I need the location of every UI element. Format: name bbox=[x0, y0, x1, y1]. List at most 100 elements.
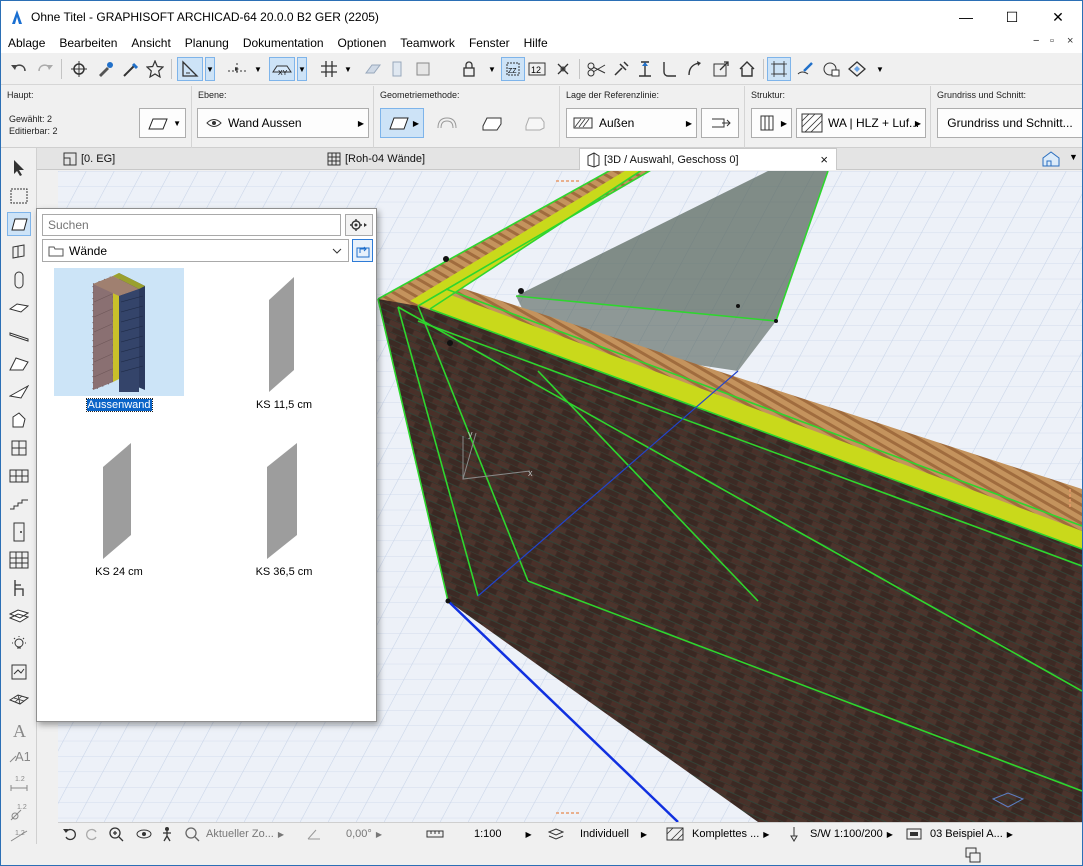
gravity-icon[interactable]: XY bbox=[269, 57, 295, 81]
snap-guides-dropdown[interactable]: ▼ bbox=[253, 57, 263, 81]
favorite-item-ks-11-5[interactable]: KS 11,5 cm bbox=[219, 268, 349, 418]
minimize-button[interactable]: — bbox=[943, 1, 989, 33]
geometry-straight-button[interactable]: ▶ bbox=[380, 108, 424, 138]
grid-tool-icon[interactable] bbox=[7, 548, 31, 572]
trace-reference-icon[interactable] bbox=[385, 57, 409, 81]
eyedropper-icon[interactable] bbox=[93, 57, 117, 81]
radial-dimension-tool-icon[interactable]: 1.2 bbox=[7, 800, 31, 824]
door-tool-icon[interactable] bbox=[7, 520, 31, 544]
elevate-icon[interactable] bbox=[633, 57, 657, 81]
rotation-angle-field[interactable]: 0,00° ▶ bbox=[306, 823, 382, 845]
menu-planung[interactable]: Planung bbox=[178, 36, 236, 50]
marquee-tool-icon[interactable] bbox=[7, 184, 31, 208]
menu-ansicht[interactable]: Ansicht bbox=[124, 36, 177, 50]
menu-dokumentation[interactable]: Dokumentation bbox=[236, 36, 331, 50]
lock-dropdown[interactable]: ▼ bbox=[487, 57, 497, 81]
adjust-icon[interactable] bbox=[609, 57, 633, 81]
pen-set-selector[interactable]: S/W 1:100/200 ▶ bbox=[788, 823, 893, 845]
redo-zoom-icon[interactable] bbox=[84, 823, 100, 845]
favorite-item-ks-36-5[interactable]: KS 36,5 cm bbox=[219, 435, 349, 585]
favorites-settings-button[interactable] bbox=[345, 214, 373, 236]
window-tool-icon[interactable] bbox=[7, 436, 31, 460]
navigator-house-icon[interactable] bbox=[1037, 150, 1065, 168]
mdi-restore-button[interactable]: ▫ bbox=[1050, 35, 1054, 47]
maximize-button[interactable]: ☐ bbox=[989, 1, 1035, 33]
gravity-dropdown[interactable]: ▼ bbox=[297, 57, 307, 81]
folder-up-button[interactable] bbox=[352, 239, 373, 262]
layer-icon[interactable] bbox=[411, 57, 435, 81]
favorite-settings-button[interactable]: ▼ bbox=[139, 108, 186, 138]
worksheet-tool-icon[interactable] bbox=[7, 660, 31, 684]
dimension-icon[interactable]: 12 bbox=[525, 57, 549, 81]
teamwork-icon[interactable] bbox=[819, 57, 843, 81]
curtain-wall-tool-icon[interactable] bbox=[7, 240, 31, 264]
cross-icon[interactable] bbox=[551, 57, 575, 81]
favorites-folder-select[interactable]: Wände bbox=[42, 239, 349, 262]
roof-tool-icon[interactable] bbox=[7, 352, 31, 376]
dimension-tool-icon[interactable]: 1.2 bbox=[7, 772, 31, 796]
favorites-search-input[interactable] bbox=[42, 214, 341, 236]
offset-icon[interactable] bbox=[683, 57, 707, 81]
scale-selector[interactable]: 1:100 ▶ bbox=[426, 823, 532, 845]
morph-tool-icon[interactable] bbox=[7, 408, 31, 432]
menu-fenster[interactable]: Fenster bbox=[462, 36, 517, 50]
menu-bearbeiten[interactable]: Bearbeiten bbox=[52, 36, 124, 50]
slab-tool-icon[interactable] bbox=[7, 296, 31, 320]
menu-teamwork[interactable]: Teamwork bbox=[393, 36, 462, 50]
favorites-star-icon[interactable] bbox=[143, 57, 167, 81]
shell-tool-icon[interactable] bbox=[7, 380, 31, 404]
cursor-snap-icon[interactable] bbox=[767, 57, 791, 81]
close-tab-icon[interactable]: × bbox=[820, 152, 828, 167]
wall-tool-icon[interactable] bbox=[7, 212, 31, 236]
close-button[interactable]: ✕ bbox=[1035, 1, 1081, 33]
curtain-panel-tool-icon[interactable] bbox=[7, 464, 31, 488]
guide-lines-icon[interactable] bbox=[177, 57, 203, 81]
mesh-tool-icon[interactable] bbox=[7, 688, 31, 712]
layer-combination-selector[interactable]: Individuell ▶ bbox=[548, 823, 647, 845]
floorplan-section-button[interactable]: Grundriss und Schnitt... bbox=[937, 108, 1082, 138]
redo-icon[interactable] bbox=[33, 57, 57, 81]
structure-type-selector[interactable]: ▶ bbox=[751, 108, 792, 138]
snap-guides-icon[interactable] bbox=[225, 57, 249, 81]
geometry-polygon-button[interactable] bbox=[517, 108, 553, 138]
3d-navigation-dropdown[interactable]: ▼ bbox=[875, 57, 885, 81]
undo-zoom-icon[interactable] bbox=[62, 823, 78, 845]
fillet-icon[interactable] bbox=[657, 57, 681, 81]
object-chair-icon[interactable] bbox=[7, 576, 31, 600]
reference-line-selector[interactable]: Außen ▶ bbox=[566, 108, 697, 138]
menu-optionen[interactable]: Optionen bbox=[331, 36, 394, 50]
3d-navigation-icon[interactable] bbox=[845, 57, 869, 81]
geometry-curved-button[interactable] bbox=[429, 108, 465, 138]
pick-up-parameters-icon[interactable] bbox=[67, 57, 91, 81]
tab-floorplan[interactable]: [0. EG] bbox=[57, 148, 319, 170]
column-tool-icon[interactable] bbox=[7, 268, 31, 292]
favorite-item-aussenwand[interactable]: Aussenwand bbox=[54, 268, 184, 418]
text-tool-icon[interactable]: A bbox=[7, 718, 31, 742]
layer-selector[interactable]: Wand Aussen ▶ bbox=[197, 108, 369, 138]
menu-ablage[interactable]: Ablage bbox=[1, 36, 52, 50]
home-icon[interactable] bbox=[735, 57, 759, 81]
model-view-selector[interactable]: Komplettes ... ▶ bbox=[666, 823, 769, 845]
scissors-icon[interactable] bbox=[585, 57, 609, 81]
drag-icon[interactable] bbox=[709, 57, 733, 81]
zoom-preset-selector[interactable]: Aktueller Zo... ▶ bbox=[184, 823, 284, 845]
trace-icon[interactable] bbox=[361, 57, 385, 81]
mdi-close-button[interactable]: × bbox=[1067, 35, 1073, 47]
lamp-tool-icon[interactable] bbox=[7, 632, 31, 656]
suspend-groups-icon[interactable]: ZZ bbox=[501, 57, 525, 81]
explore-walk-icon[interactable] bbox=[160, 823, 174, 845]
syringe-icon[interactable] bbox=[119, 57, 143, 81]
arrow-tool-icon[interactable] bbox=[7, 156, 31, 180]
label-tool-icon[interactable]: A1 bbox=[7, 744, 31, 768]
tab-3d-window[interactable]: [3D / Auswahl, Geschoss 0] × bbox=[579, 148, 837, 170]
guide-lines-dropdown[interactable]: ▼ bbox=[205, 57, 215, 81]
stair-tool-icon[interactable] bbox=[7, 492, 31, 516]
geometry-trapezoid-button[interactable] bbox=[474, 108, 510, 138]
tab-schedule[interactable]: [Roh-04 Wände] bbox=[321, 148, 577, 170]
beam-tool-icon[interactable] bbox=[7, 324, 31, 348]
flip-reference-button[interactable] bbox=[701, 108, 739, 138]
navigator-dropdown[interactable]: ▼ bbox=[1069, 152, 1078, 162]
window-tiling-icon[interactable] bbox=[965, 847, 981, 863]
grid-snap-icon[interactable] bbox=[317, 57, 341, 81]
composite-selector[interactable]: WA | HLZ + Luf... ▶ bbox=[796, 108, 926, 138]
